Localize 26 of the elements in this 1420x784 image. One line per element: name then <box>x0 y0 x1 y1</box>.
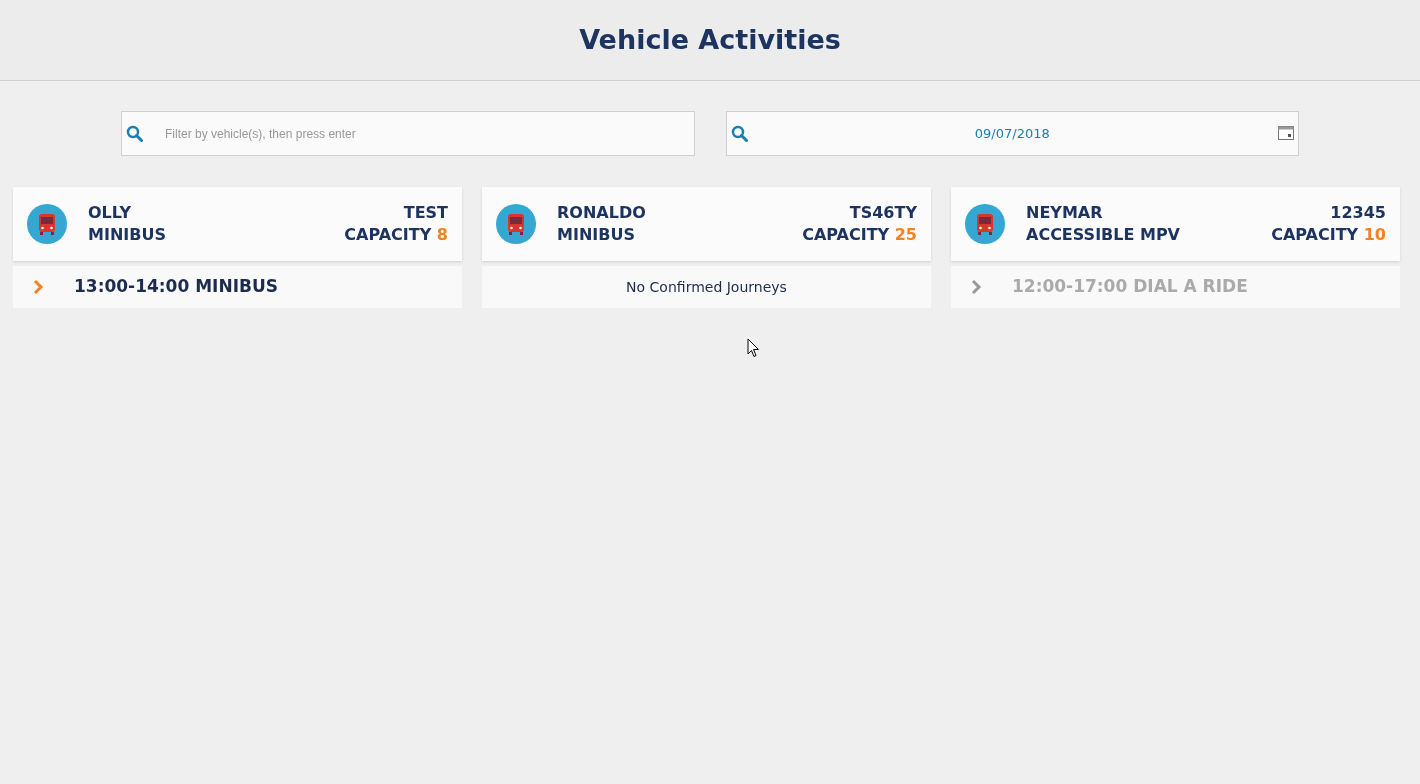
vehicle-registration: 12345 <box>1330 202 1386 224</box>
empty-journeys-message: No Confirmed Journeys <box>626 277 787 297</box>
search-icon <box>730 125 748 142</box>
vehicle-type: MINIBUS <box>88 224 166 246</box>
bus-icon <box>496 204 536 244</box>
bus-icon <box>27 204 67 244</box>
vehicle-type: MINIBUS <box>557 224 636 246</box>
bus-icon <box>965 204 1005 244</box>
vehicle-type: ACCESSIBLE MPV <box>1026 224 1180 246</box>
vehicle-registration: TEST <box>403 202 448 224</box>
search-icon <box>126 125 143 142</box>
page-title: Vehicle Activities <box>579 22 841 57</box>
calendar-icon[interactable] <box>1278 126 1294 140</box>
journey-row[interactable]: 13:00-14:00 MINIBUS <box>13 266 462 308</box>
date-field[interactable]: 09/07/2018 <box>725 111 1299 156</box>
vehicle-capacity: CAPACITY 10 <box>1271 224 1386 246</box>
vehicle-capacity: CAPACITY 8 <box>344 224 448 246</box>
chevron-right-icon <box>33 279 44 295</box>
vehicle-capacity: CAPACITY 25 <box>802 224 917 246</box>
vehicle-name: NEYMAR <box>1026 202 1104 224</box>
vehicle-name: OLLY <box>88 202 133 224</box>
vehicle-registration: TS46TY <box>849 202 917 224</box>
vehicle-filter-field[interactable]: Filter by vehicle(s), then press enter <box>121 111 695 156</box>
mouse-pointer-icon <box>747 338 760 358</box>
chevron-right-icon <box>971 279 982 295</box>
vehicle-name: RONALDO <box>557 202 646 224</box>
